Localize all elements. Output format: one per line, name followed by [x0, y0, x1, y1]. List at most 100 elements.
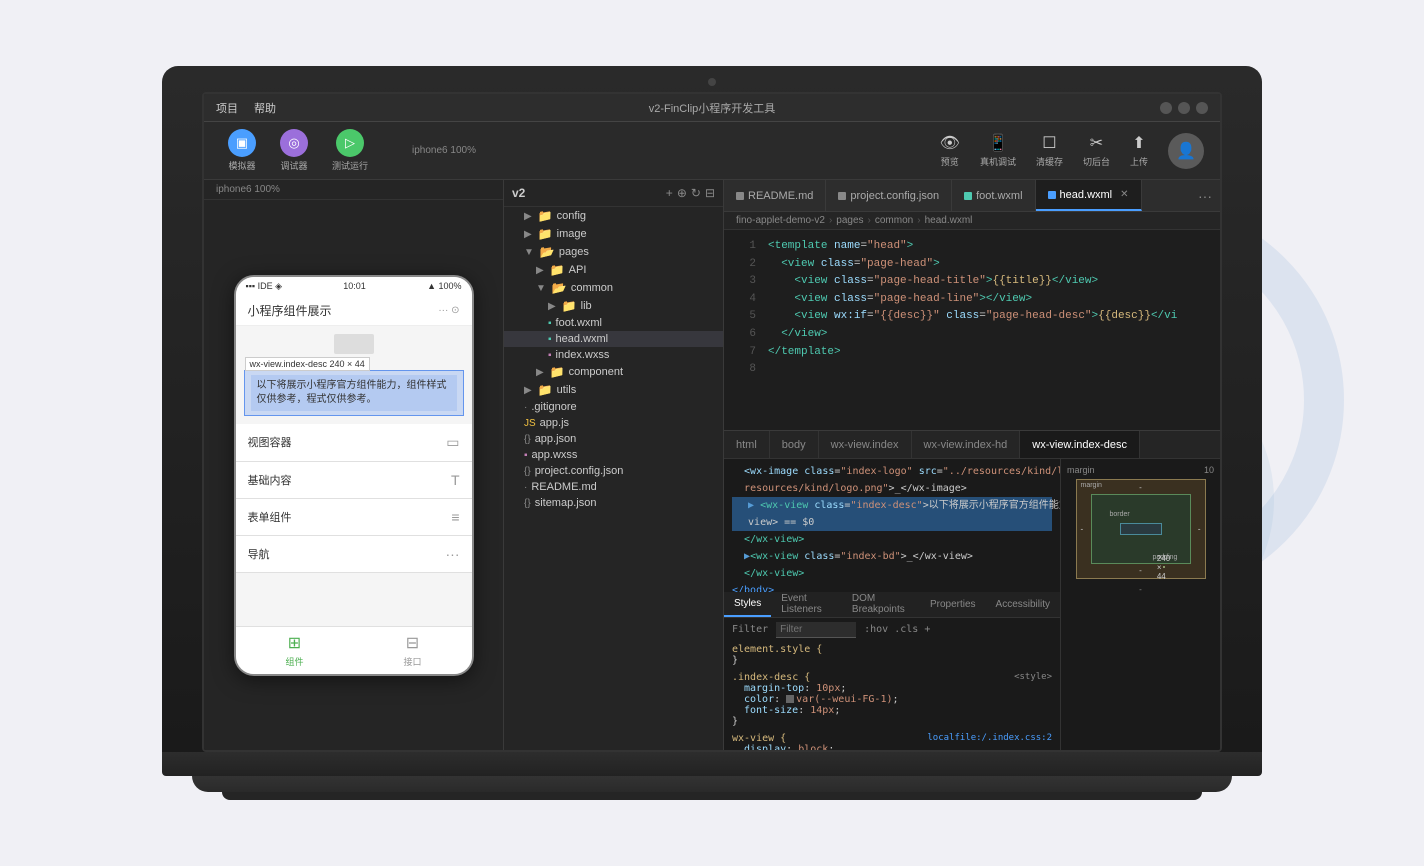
clear-cache-action[interactable]: ☐ 清缓存 [1036, 133, 1063, 168]
bm-margin-top-val: - [1139, 483, 1142, 492]
laptop-frame: 项目 帮助 v2-FinClip小程序开发工具 ▣ [162, 66, 1262, 800]
tree-item-component[interactable]: ▶ 📁 component [504, 363, 723, 381]
line-numbers: 1 2 3 4 5 6 7 8 [724, 230, 760, 430]
nav-icon-components: ⊞ [288, 633, 301, 653]
window-minimize-btn[interactable] [1178, 102, 1190, 114]
list-item-3[interactable]: 导航 ··· [236, 536, 472, 573]
box-model-panel: margin 10 margin - - [1060, 459, 1220, 750]
menu-item-help[interactable]: 帮助 [254, 100, 276, 116]
style-source-wx-view[interactable]: localfile:/.index.css:2 [927, 733, 1052, 743]
tree-item-readme[interactable]: · README.md [504, 479, 723, 495]
menu-item-project[interactable]: 项目 [216, 100, 238, 116]
styles-filter-input[interactable] [776, 622, 856, 638]
tab-overflow-button[interactable]: ··· [1190, 188, 1220, 204]
tree-item-utils[interactable]: ▶ 📁 utils [504, 381, 723, 399]
html-tab-wxview-index[interactable]: wx-view.index [819, 431, 912, 458]
simulate-button[interactable]: ▣ 模拟器 [220, 125, 264, 176]
list-icon-3: ··· [446, 546, 460, 562]
user-avatar[interactable]: 👤 [1168, 133, 1204, 169]
style-block-index-desc: .index-desc { <style> margin-top: 10px; … [732, 672, 1052, 727]
toolbar: ▣ 模拟器 ◎ 调试器 ▷ 测试运行 iphone6 100% [204, 122, 1220, 180]
tab-head-wxml[interactable]: head.wxml ✕ [1036, 180, 1142, 211]
test-icon: ▷ [336, 129, 364, 157]
inspector-tabs: Styles Event Listeners DOM Breakpoints P… [724, 592, 1060, 618]
bm-padding: padding 240 × 44 [1120, 523, 1162, 535]
html-tab-html[interactable]: html [724, 431, 770, 458]
tree-label-gitignore: .gitignore [531, 401, 576, 413]
tab-foot-wxml[interactable]: foot.wxml [952, 180, 1035, 211]
collapse-icon[interactable]: ⊟ [705, 186, 715, 200]
window-maximize-btn[interactable] [1196, 102, 1208, 114]
tree-item-gitignore[interactable]: · .gitignore [504, 399, 723, 415]
phone-header: 小程序组件展示 ··· ⊙ [236, 296, 472, 326]
bm-margin-bottom-val: - [1139, 566, 1142, 575]
inspector-tab-properties[interactable]: Properties [920, 592, 986, 617]
inspector-tab-styles[interactable]: Styles [724, 592, 771, 617]
list-item-1[interactable]: 基础内容 T [236, 462, 472, 499]
tree-item-image[interactable]: ▶ 📁 image [504, 225, 723, 243]
breadcrumb-root: fino-applet-demo-v2 [736, 215, 825, 226]
tree-label-pages: pages [559, 246, 589, 258]
inspector-tab-event-listeners[interactable]: Event Listeners [771, 592, 842, 617]
html-tab-wxview-index-hd[interactable]: wx-view.index-hd [912, 431, 1021, 458]
html-tab-wxview-index-desc[interactable]: wx-view.index-desc [1020, 431, 1140, 458]
tree-item-app-wxss[interactable]: ▪ app.wxss [504, 447, 723, 463]
file-icon-project-config: {} [524, 466, 531, 477]
new-folder-icon[interactable]: ⊕ [677, 186, 687, 200]
html-line-2: resources/kind/logo.png">_</wx-image> [732, 480, 1052, 497]
bm-margin-label: margin [1081, 482, 1102, 489]
tree-item-app-json[interactable]: {} app.json [504, 431, 723, 447]
style-selector-element: element.style { [732, 644, 1052, 655]
window-close-btn[interactable] [1160, 102, 1172, 114]
tree-label-readme: README.md [531, 481, 596, 493]
tab-readme[interactable]: README.md [724, 180, 826, 211]
file-icon-app-js: JS [524, 418, 536, 429]
cut-logs-action[interactable]: ✂ 切后台 [1083, 133, 1110, 168]
tab-project-config[interactable]: project.config.json [826, 180, 952, 211]
upload-action[interactable]: ⬆ 上传 [1130, 133, 1148, 168]
tree-item-common[interactable]: ▼ 📂 common [504, 279, 723, 297]
tab-icon-head-wxml [1048, 191, 1056, 199]
new-file-icon[interactable]: + [666, 186, 673, 200]
laptop-camera [708, 78, 716, 86]
tree-item-api[interactable]: ▶ 📁 API [504, 261, 723, 279]
test-button[interactable]: ▷ 测试运行 [324, 125, 376, 176]
phone-time: 10:01 [343, 281, 366, 291]
tree-item-lib[interactable]: ▶ 📁 lib [504, 297, 723, 315]
tree-item-index-wxss[interactable]: ▪ index.wxss [504, 347, 723, 363]
tree-label-app-json: app.json [535, 433, 577, 445]
debug-button[interactable]: ◎ 调试器 [272, 125, 316, 176]
tree-item-head-wxml[interactable]: ▪ head.wxml [504, 331, 723, 347]
preview-action[interactable]: 👁 预览 [940, 133, 960, 168]
tree-item-pages[interactable]: ▼ 📂 pages [504, 243, 723, 261]
style-prop-display: display: block; [732, 744, 1052, 751]
tab-close-head-wxml[interactable]: ✕ [1120, 189, 1128, 200]
tree-header: v2 + ⊕ ↻ ⊟ [504, 180, 723, 207]
editor-main: README.md project.config.json foot.wxml [724, 180, 1220, 750]
bm-content: 240 × 44 [1163, 566, 1165, 568]
list-item-2[interactable]: 表单组件 ≡ [236, 499, 472, 536]
simulate-label: 模拟器 [228, 159, 255, 172]
tree-item-config[interactable]: ▶ 📁 config [504, 207, 723, 225]
html-inspector[interactable]: <wx-image class="index-logo" src="../res… [724, 459, 1060, 592]
code-content[interactable]: <template name="head"> <view class="page… [760, 230, 1220, 430]
laptop-base [192, 776, 1232, 792]
real-machine-action[interactable]: 📱 真机调试 [980, 133, 1016, 168]
tree-item-project-config[interactable]: {} project.config.json [504, 463, 723, 479]
inspector-tab-accessibility[interactable]: Accessibility [986, 592, 1060, 617]
tree-item-app-js[interactable]: JS app.js [504, 415, 723, 431]
tree-item-foot-wxml[interactable]: ▪ foot.wxml [504, 315, 723, 331]
refresh-icon[interactable]: ↻ [691, 186, 701, 200]
file-icon-app-wxss: ▪ [524, 450, 528, 461]
nav-item-components[interactable]: ⊞ 组件 [236, 627, 354, 674]
html-tab-body[interactable]: body [770, 431, 819, 458]
line-num-2: 2 [728, 256, 756, 274]
styles-panel: Filter :hov .cls + element.style { } [724, 618, 1060, 751]
tree-item-sitemap[interactable]: {} sitemap.json [504, 495, 723, 511]
nav-item-interface[interactable]: ⊟ 接口 [354, 627, 472, 674]
inspector-tab-dom-breakpoints[interactable]: DOM Breakpoints [842, 592, 920, 617]
file-tree: v2 + ⊕ ↻ ⊟ ▶ 📁 [504, 180, 724, 750]
debug-icon: ◎ [280, 129, 308, 157]
line-num-8: 8 [728, 361, 756, 379]
list-item-0[interactable]: 视图容器 ▭ [236, 424, 472, 462]
